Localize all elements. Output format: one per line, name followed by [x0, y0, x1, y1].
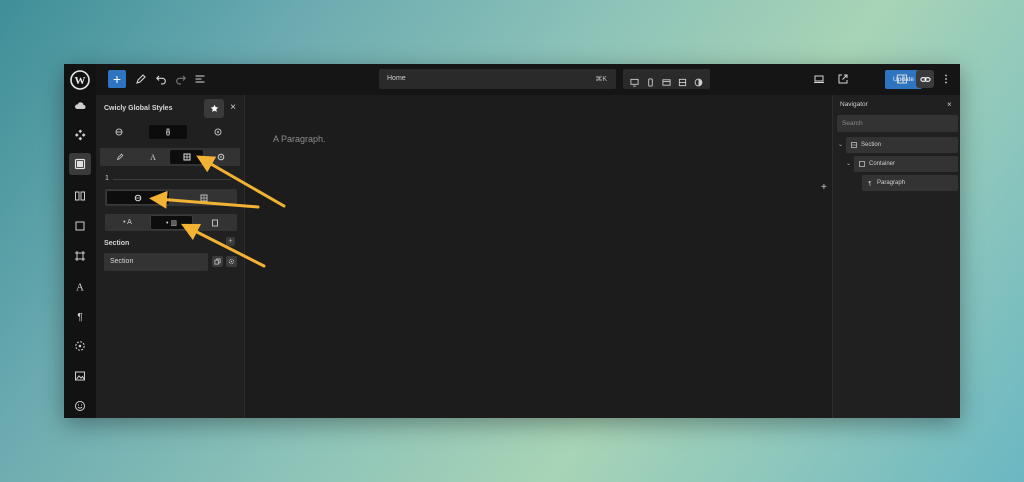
section-heading: Section [104, 240, 130, 247]
navigator-close-button[interactable]: × [947, 100, 952, 109]
tablet-landscape-icon[interactable] [662, 74, 672, 86]
element-type-switch: • A • ▥ [105, 214, 237, 231]
page-name: Home [387, 75, 406, 82]
star-icon[interactable] [204, 99, 224, 118]
settings-icon[interactable] [226, 256, 237, 267]
paragraph-block[interactable]: A Paragraph. [273, 134, 326, 144]
square-icon[interactable] [69, 215, 91, 237]
shortcut-hint: ⌘K [595, 76, 607, 83]
tree-item-label: Section [861, 142, 882, 148]
tablet-icon[interactable] [678, 74, 688, 87]
svg-text:¶: ¶ [868, 182, 871, 187]
slider-marker: 1 [105, 175, 109, 182]
tab-styles[interactable] [100, 125, 138, 139]
styles-panel-icon[interactable] [69, 153, 91, 175]
device-switcher [623, 69, 710, 89]
container-icon [859, 161, 865, 167]
editor-canvas[interactable]: A Paragraph. + [246, 95, 832, 418]
mode-switch [105, 189, 237, 206]
copy-icon[interactable] [212, 256, 223, 267]
link-icon[interactable] [916, 70, 934, 88]
tree-item-container[interactable]: Container [854, 156, 958, 172]
builder-window: W A ¶ + Home ⌘K Cwicly Global Styles × A… [64, 64, 960, 418]
tree-item-paragraph[interactable]: ¶ Paragraph [862, 175, 958, 191]
typography-icon[interactable]: A [69, 275, 91, 297]
size-slider[interactable]: 1 [105, 175, 233, 183]
frame-icon[interactable] [69, 245, 91, 267]
columns-icon[interactable] [69, 185, 91, 207]
option-text[interactable]: • A [106, 215, 149, 230]
image-icon[interactable] [69, 365, 91, 387]
option-grid-icon[interactable] [172, 190, 236, 205]
subtab-color-icon[interactable] [204, 150, 237, 164]
desktop-icon[interactable] [630, 74, 640, 87]
slider-track[interactable] [113, 179, 231, 180]
navigator-panel: Navigator × ⌄ Section ⌄ Container ¶ Para… [832, 95, 960, 418]
top-toolbar: + Home ⌘K Update [96, 64, 960, 95]
color-icon[interactable] [69, 335, 91, 357]
edit-pencil-icon[interactable] [132, 70, 150, 88]
style-subtabs: A [100, 148, 240, 166]
add-class-button[interactable]: + [226, 237, 235, 246]
subtab-typography-icon[interactable]: A [136, 150, 169, 164]
collapse-caret-icon[interactable]: ⌄ [838, 141, 843, 148]
tab-globe[interactable] [199, 125, 237, 139]
svg-text:A: A [150, 153, 156, 161]
external-link-icon[interactable] [834, 70, 852, 88]
mobile-icon[interactable] [646, 74, 656, 87]
canvas-add-button[interactable]: + [821, 182, 827, 193]
page-selector[interactable]: Home ⌘K [379, 69, 616, 89]
option-layout[interactable]: • ▥ [150, 215, 193, 230]
tab-brush[interactable] [149, 125, 187, 139]
sidebar-toggle-icon[interactable] [893, 70, 911, 88]
class-name-field[interactable] [104, 253, 208, 271]
add-block-button[interactable]: + [108, 70, 126, 88]
tree-item-label: Paragraph [877, 180, 906, 186]
svg-text:W: W [75, 75, 86, 87]
svg-text:¶: ¶ [77, 312, 82, 322]
emoji-icon[interactable] [69, 395, 91, 417]
list-view-icon[interactable] [191, 70, 209, 88]
left-rail: W A ¶ [64, 64, 96, 418]
option-box-icon[interactable] [194, 215, 236, 230]
svg-text:A: A [76, 282, 84, 293]
tree-item-label: Container [869, 161, 896, 167]
subtab-pencil-icon[interactable] [103, 150, 136, 164]
paragraph-icon[interactable]: ¶ [69, 305, 91, 327]
more-options-icon[interactable] [937, 70, 955, 88]
preview-laptop-icon[interactable] [810, 70, 828, 88]
subtab-layout-icon[interactable] [170, 150, 203, 164]
undo-icon[interactable] [152, 70, 170, 88]
redo-icon[interactable] [172, 70, 190, 88]
collapse-caret-icon[interactable]: ⌄ [846, 160, 851, 167]
blocks-icon[interactable] [69, 124, 91, 146]
panel-title: Cwicly Global Styles [104, 105, 173, 112]
dark-mode-icon[interactable] [694, 74, 704, 87]
wordpress-icon[interactable]: W [69, 69, 91, 91]
option-globe-icon[interactable] [106, 190, 170, 205]
panel-close-button[interactable]: × [227, 102, 239, 114]
cloud-icon[interactable] [69, 95, 91, 117]
navigator-title: Navigator [840, 101, 868, 108]
navigator-search-input[interactable] [837, 115, 958, 132]
global-styles-panel: Cwicly Global Styles × A 1 • A • ▥ Secti… [96, 95, 245, 418]
tree-item-section[interactable]: Section [846, 137, 958, 153]
paragraph-icon: ¶ [867, 180, 873, 188]
section-icon [851, 142, 857, 148]
